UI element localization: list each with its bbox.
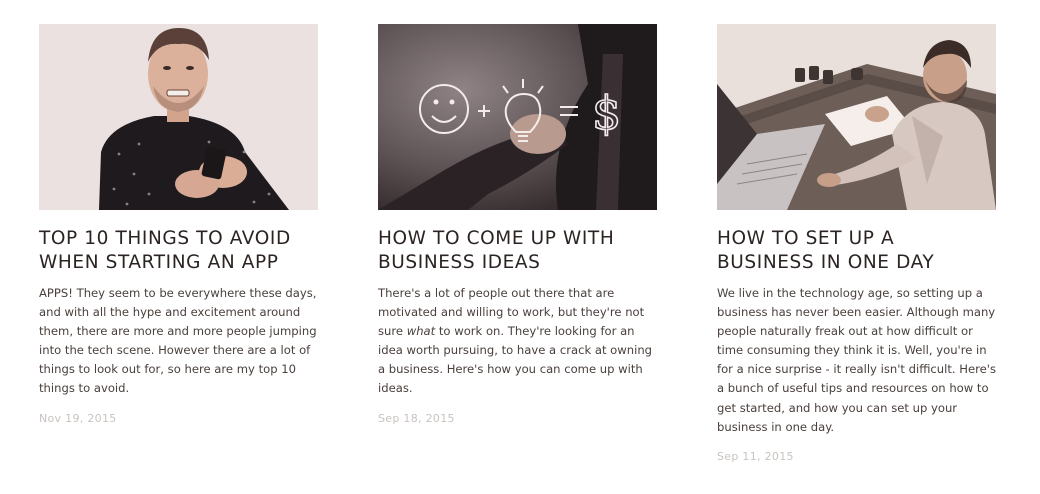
- blog-post-card: $ HOW TO COME UP WITH BUSINESS IDEAS The…: [378, 24, 658, 425]
- svg-text:$: $: [592, 86, 621, 140]
- man-working-at-laptop-image: [717, 24, 996, 210]
- post-excerpt: There's a lot of people out there that a…: [378, 286, 653, 396]
- post-date: Sep 11, 2015: [717, 449, 794, 463]
- man-grimacing-at-phone-image: [39, 24, 318, 210]
- post-thumbnail-man-with-phone[interactable]: [39, 24, 318, 210]
- post-excerpt: We live in the technology age, so settin…: [717, 286, 996, 434]
- emphasized-word: what: [406, 324, 436, 339]
- post-date: Nov 19, 2015: [39, 411, 117, 425]
- blog-post-card: HOW TO SET UP A BUSINESS IN ONE DAY We l…: [717, 24, 997, 463]
- post-title[interactable]: TOP 10 THINGS TO AVOID WHEN STARTING AN …: [39, 227, 319, 275]
- post-thumbnail-drawing-ideas[interactable]: $: [378, 24, 657, 210]
- post-excerpt: APPS! They seem to be everywhere these d…: [39, 286, 317, 396]
- post-thumbnail-man-at-laptop[interactable]: [717, 24, 996, 210]
- post-title[interactable]: HOW TO COME UP WITH BUSINESS IDEAS: [378, 227, 658, 275]
- hand-drawing-idea-equation-image: $: [378, 24, 657, 210]
- post-title[interactable]: HOW TO SET UP A BUSINESS IN ONE DAY: [717, 227, 997, 275]
- post-date: Sep 18, 2015: [378, 411, 455, 425]
- blog-post-card: TOP 10 THINGS TO AVOID WHEN STARTING AN …: [39, 24, 319, 425]
